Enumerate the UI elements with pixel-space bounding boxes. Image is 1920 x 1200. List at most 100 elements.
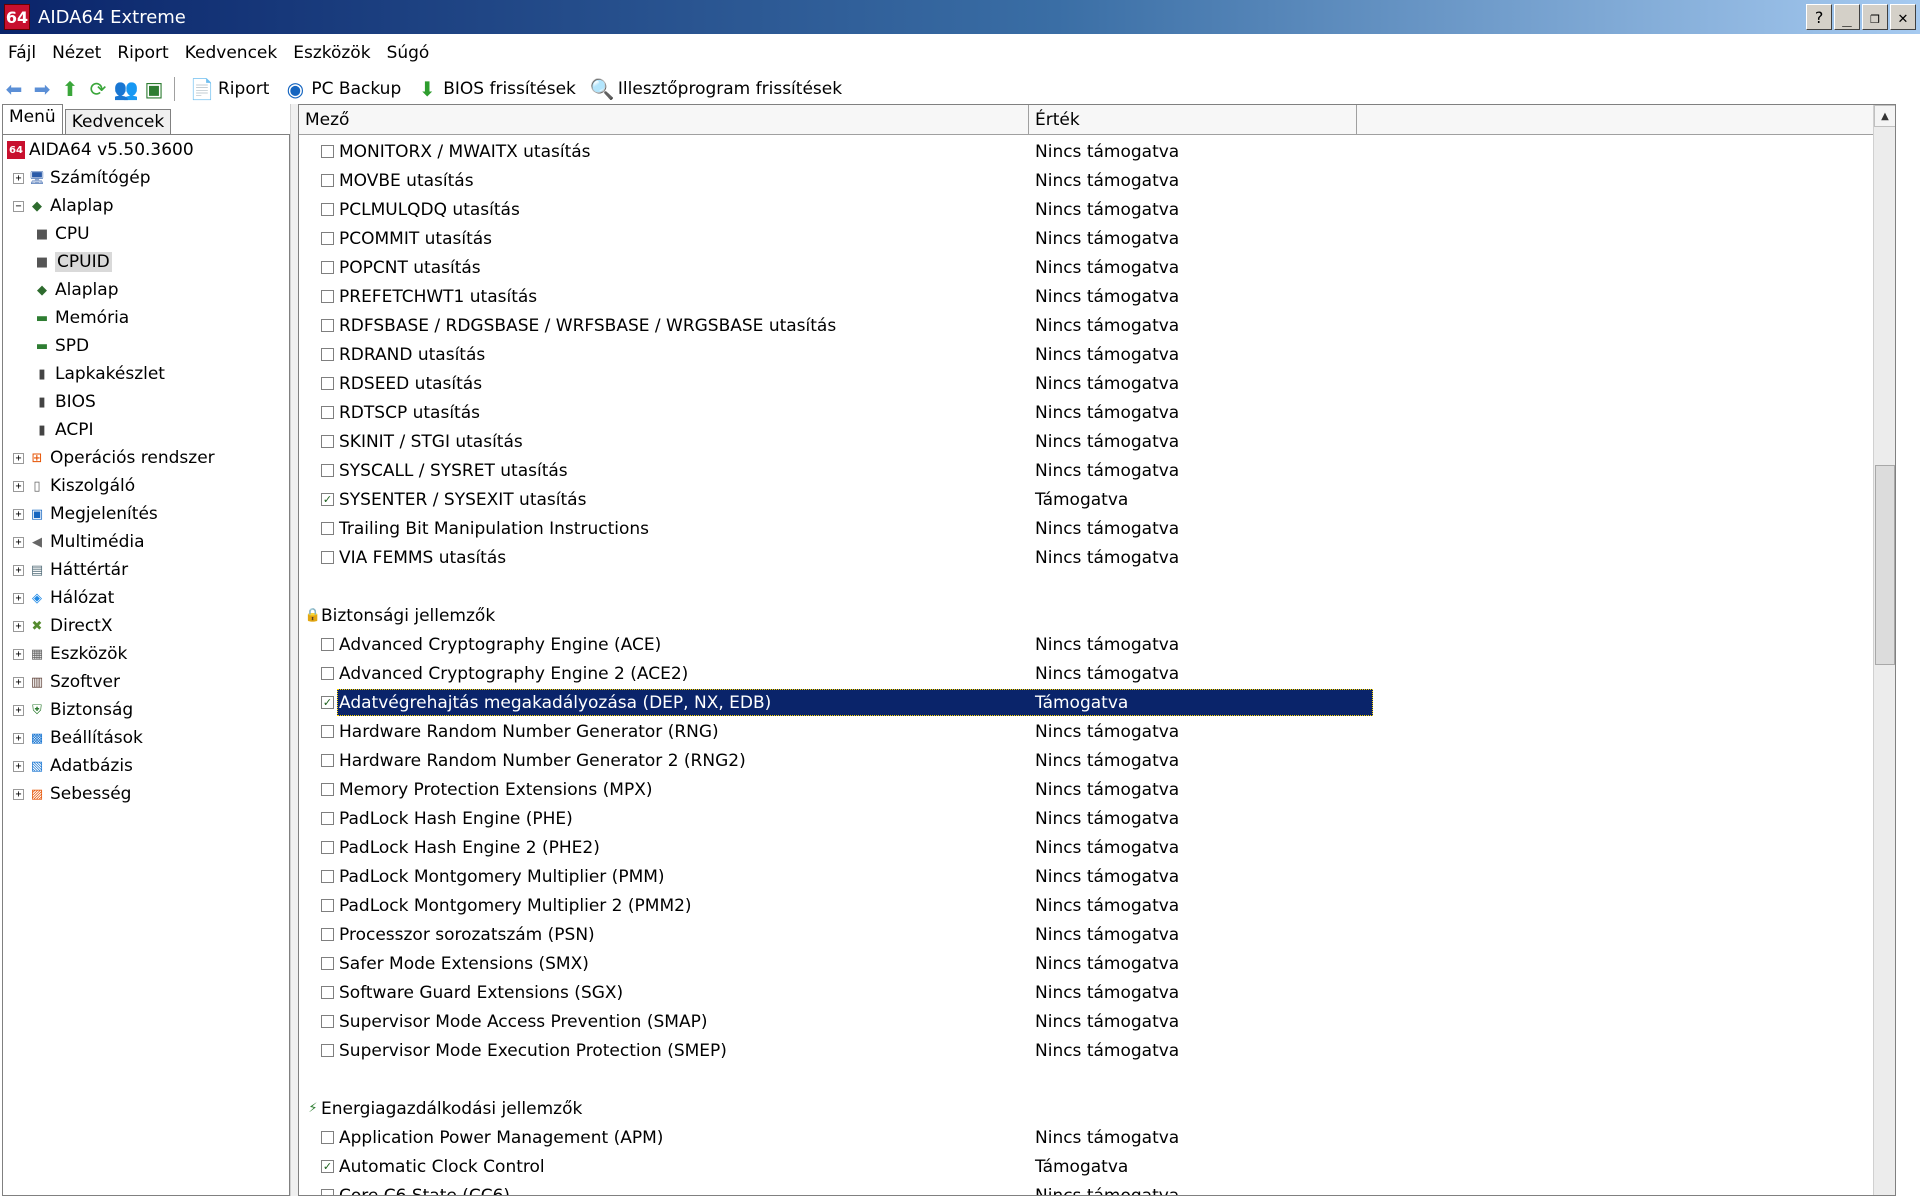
table-row[interactable]: PadLock Hash Engine (PHE) Nincs támogatva	[299, 804, 1895, 833]
menu-tools[interactable]: Eszközök	[285, 43, 378, 63]
table-row[interactable]: PadLock Montgomery Multiplier (PMM) Nincs…	[299, 862, 1895, 891]
tree-expander[interactable]: −	[13, 200, 24, 212]
column-header-field[interactable]: Mező	[299, 105, 1029, 135]
table-row[interactable]: RDRAND utasítás Nincs támogatva	[299, 340, 1895, 369]
refresh-icon[interactable]: ⟳	[84, 75, 112, 103]
tree-item[interactable]: + ◀ Multimédia	[13, 529, 145, 555]
table-row[interactable]: VIA FEMMS utasítás Nincs támogatva	[299, 543, 1895, 572]
table-row[interactable]: Advanced Cryptography Engine 2 (ACE2) Nin…	[299, 659, 1895, 688]
tree-item[interactable]: 64 AIDA64 v5.50.3600	[7, 137, 194, 163]
table-row[interactable]: PCOMMIT utasítás Nincs támogatva	[299, 224, 1895, 253]
table-row[interactable]: Memory Protection Extensions (MPX) Nincs …	[299, 775, 1895, 804]
monitor-icon[interactable]: ▣	[140, 75, 168, 103]
tree-expander[interactable]: +	[13, 452, 24, 464]
driver-updates-button[interactable]: 🔍 Illesztőprogram frissítések	[582, 74, 848, 104]
table-row[interactable]: Advanced Cryptography Engine (ACE) Nincs …	[299, 630, 1895, 659]
section-header[interactable]: 🔒 Biztonsági jellemzők	[299, 601, 1895, 630]
table-row[interactable]: PCLMULQDQ utasítás Nincs támogatva	[299, 195, 1895, 224]
tree-item[interactable]: + ▤ Háttértár	[13, 557, 128, 583]
menu-file[interactable]: Fájl	[0, 43, 44, 63]
table-row[interactable]: ✓ SYSENTER / SYSEXIT utasítás Támogatva	[299, 485, 1895, 514]
tab-menu[interactable]: Menü	[2, 104, 63, 134]
tree-expander[interactable]: +	[13, 648, 24, 660]
tree-item[interactable]: + ▩ Beállítások	[13, 725, 143, 751]
table-row[interactable]: SYSCALL / SYSRET utasítás Nincs támogatva	[299, 456, 1895, 485]
menu-help[interactable]: Súgó	[379, 43, 438, 63]
tree-expander[interactable]: +	[13, 592, 24, 604]
table-row[interactable]: SKINIT / STGI utasítás Nincs támogatva	[299, 427, 1895, 456]
restore-button[interactable]: ❐	[1862, 4, 1888, 30]
tree-expander[interactable]: +	[13, 564, 24, 576]
tree-item[interactable]: ▮ ACPI	[33, 417, 93, 443]
back-arrow-icon[interactable]: ⬅	[0, 75, 28, 103]
table-row[interactable]: RDFSBASE / RDGSBASE / WRFSBASE / WRGSBAS…	[299, 311, 1895, 340]
tree-item[interactable]: ■ CPUID	[33, 249, 112, 275]
table-row[interactable]: Processzor sorozatszám (PSN) Nincs támoga…	[299, 920, 1895, 949]
aida64-app-icon[interactable]: 64	[4, 4, 30, 30]
help-button[interactable]: ?	[1806, 4, 1832, 30]
tree-expander[interactable]: +	[13, 620, 24, 632]
table-row[interactable]: POPCNT utasítás Nincs támogatva	[299, 253, 1895, 282]
table-row[interactable]: Software Guard Extensions (SGX) Nincs tám…	[299, 978, 1895, 1007]
table-row[interactable]: RDTSCP utasítás Nincs támogatva	[299, 398, 1895, 427]
tree-item[interactable]: + ✖ DirectX	[13, 613, 113, 639]
table-row[interactable]: Application Power Management (APM) Nincs …	[299, 1123, 1895, 1152]
table-row[interactable]: Safer Mode Extensions (SMX) Nincs támogat…	[299, 949, 1895, 978]
table-row[interactable]: PadLock Montgomery Multiplier 2 (PMM2) Ni…	[299, 891, 1895, 920]
tree-item[interactable]: + ▯ Kiszolgáló	[13, 473, 135, 499]
tree-expander[interactable]: +	[13, 732, 24, 744]
table-row[interactable]: Supervisor Mode Access Prevention (SMAP)…	[299, 1007, 1895, 1036]
table-row[interactable]: ✓ Automatic Clock Control Támogatva	[299, 1152, 1895, 1181]
table-row[interactable]: Hardware Random Number Generator 2 (RNG2…	[299, 746, 1895, 775]
tree-item[interactable]: + ▥ Szoftver	[13, 669, 120, 695]
table-row[interactable]: PadLock Hash Engine 2 (PHE2) Nincs támoga…	[299, 833, 1895, 862]
bios-updates-button[interactable]: ⬇ BIOS frissítések	[407, 74, 582, 104]
tree-item[interactable]: ▮ BIOS	[33, 389, 95, 415]
tree-expander[interactable]: +	[13, 704, 24, 716]
tree-expander[interactable]: +	[13, 172, 24, 184]
tree-item[interactable]: − ◆ Alaplap	[13, 193, 114, 219]
users-icon[interactable]: 👥	[112, 75, 140, 103]
tree-item[interactable]: + 🖥 Számítógép	[13, 165, 151, 191]
tree-item[interactable]: ▬ Memória	[33, 305, 129, 331]
tree-item[interactable]: ▬ SPD	[33, 333, 89, 359]
panel-splitter[interactable]	[290, 104, 298, 1196]
tree-item[interactable]: ■ CPU	[33, 221, 90, 247]
table-row[interactable]: Hardware Random Number Generator (RNG) Ni…	[299, 717, 1895, 746]
table-row[interactable]: RDSEED utasítás Nincs támogatva	[299, 369, 1895, 398]
column-header-value[interactable]: Érték	[1029, 105, 1357, 135]
tree-item[interactable]: + ▨ Sebesség	[13, 781, 131, 807]
table-row[interactable]: MOVBE utasítás Nincs támogatva	[299, 166, 1895, 195]
pc-backup-button[interactable]: ◉ PC Backup	[275, 74, 407, 104]
table-row[interactable]: MONITORX / MWAITX utasítás Nincs támogatv…	[299, 137, 1895, 166]
tree-expander[interactable]: +	[13, 760, 24, 772]
tab-favorites[interactable]: Kedvencek	[64, 109, 172, 134]
minimize-button[interactable]: _	[1834, 4, 1860, 30]
report-button[interactable]: 📄 Riport	[182, 74, 275, 104]
tree-item[interactable]: ◆ Alaplap	[33, 277, 119, 303]
forward-arrow-icon[interactable]: ➡	[28, 75, 56, 103]
tree-item[interactable]: + ▣ Megjelenítés	[13, 501, 158, 527]
table-row[interactable]: PREFETCHWT1 utasítás Nincs támogatva	[299, 282, 1895, 311]
tree-item[interactable]: + ▧ Adatbázis	[13, 753, 133, 779]
table-row[interactable]: Core C6 State (CC6) Nincs támogatva	[299, 1181, 1895, 1195]
table-row[interactable]: Supervisor Mode Execution Protection (SM…	[299, 1036, 1895, 1065]
tree-item[interactable]: + ⊞ Operációs rendszer	[13, 445, 215, 471]
tree-expander[interactable]: +	[13, 536, 24, 548]
tree-expander[interactable]: +	[13, 788, 24, 800]
tree-expander[interactable]: +	[13, 676, 24, 688]
tree-expander[interactable]: +	[13, 508, 24, 520]
section-header[interactable]: ⚡ Energiagazdálkodási jellemzők	[299, 1094, 1895, 1123]
tree-item[interactable]: + ⛨ Biztonság	[13, 697, 133, 723]
menu-view[interactable]: Nézet	[44, 43, 109, 63]
table-row[interactable]: ✓ Adatvégrehajtás megakadályozása (DEP, N…	[299, 688, 1895, 717]
tree-item[interactable]: + ◈ Hálózat	[13, 585, 114, 611]
tree-item[interactable]: + ▦ Eszközök	[13, 641, 127, 667]
tree-expander[interactable]: +	[13, 480, 24, 492]
close-button[interactable]: ✕	[1890, 4, 1916, 30]
scroll-up-arrow-icon[interactable]: ▲	[1874, 105, 1895, 127]
menu-report[interactable]: Riport	[109, 43, 176, 63]
tree-item[interactable]: ▮ Lapkakészlet	[33, 361, 165, 387]
up-arrow-icon[interactable]: ⬆	[56, 75, 84, 103]
table-row[interactable]: Trailing Bit Manipulation Instructions Ni…	[299, 514, 1895, 543]
